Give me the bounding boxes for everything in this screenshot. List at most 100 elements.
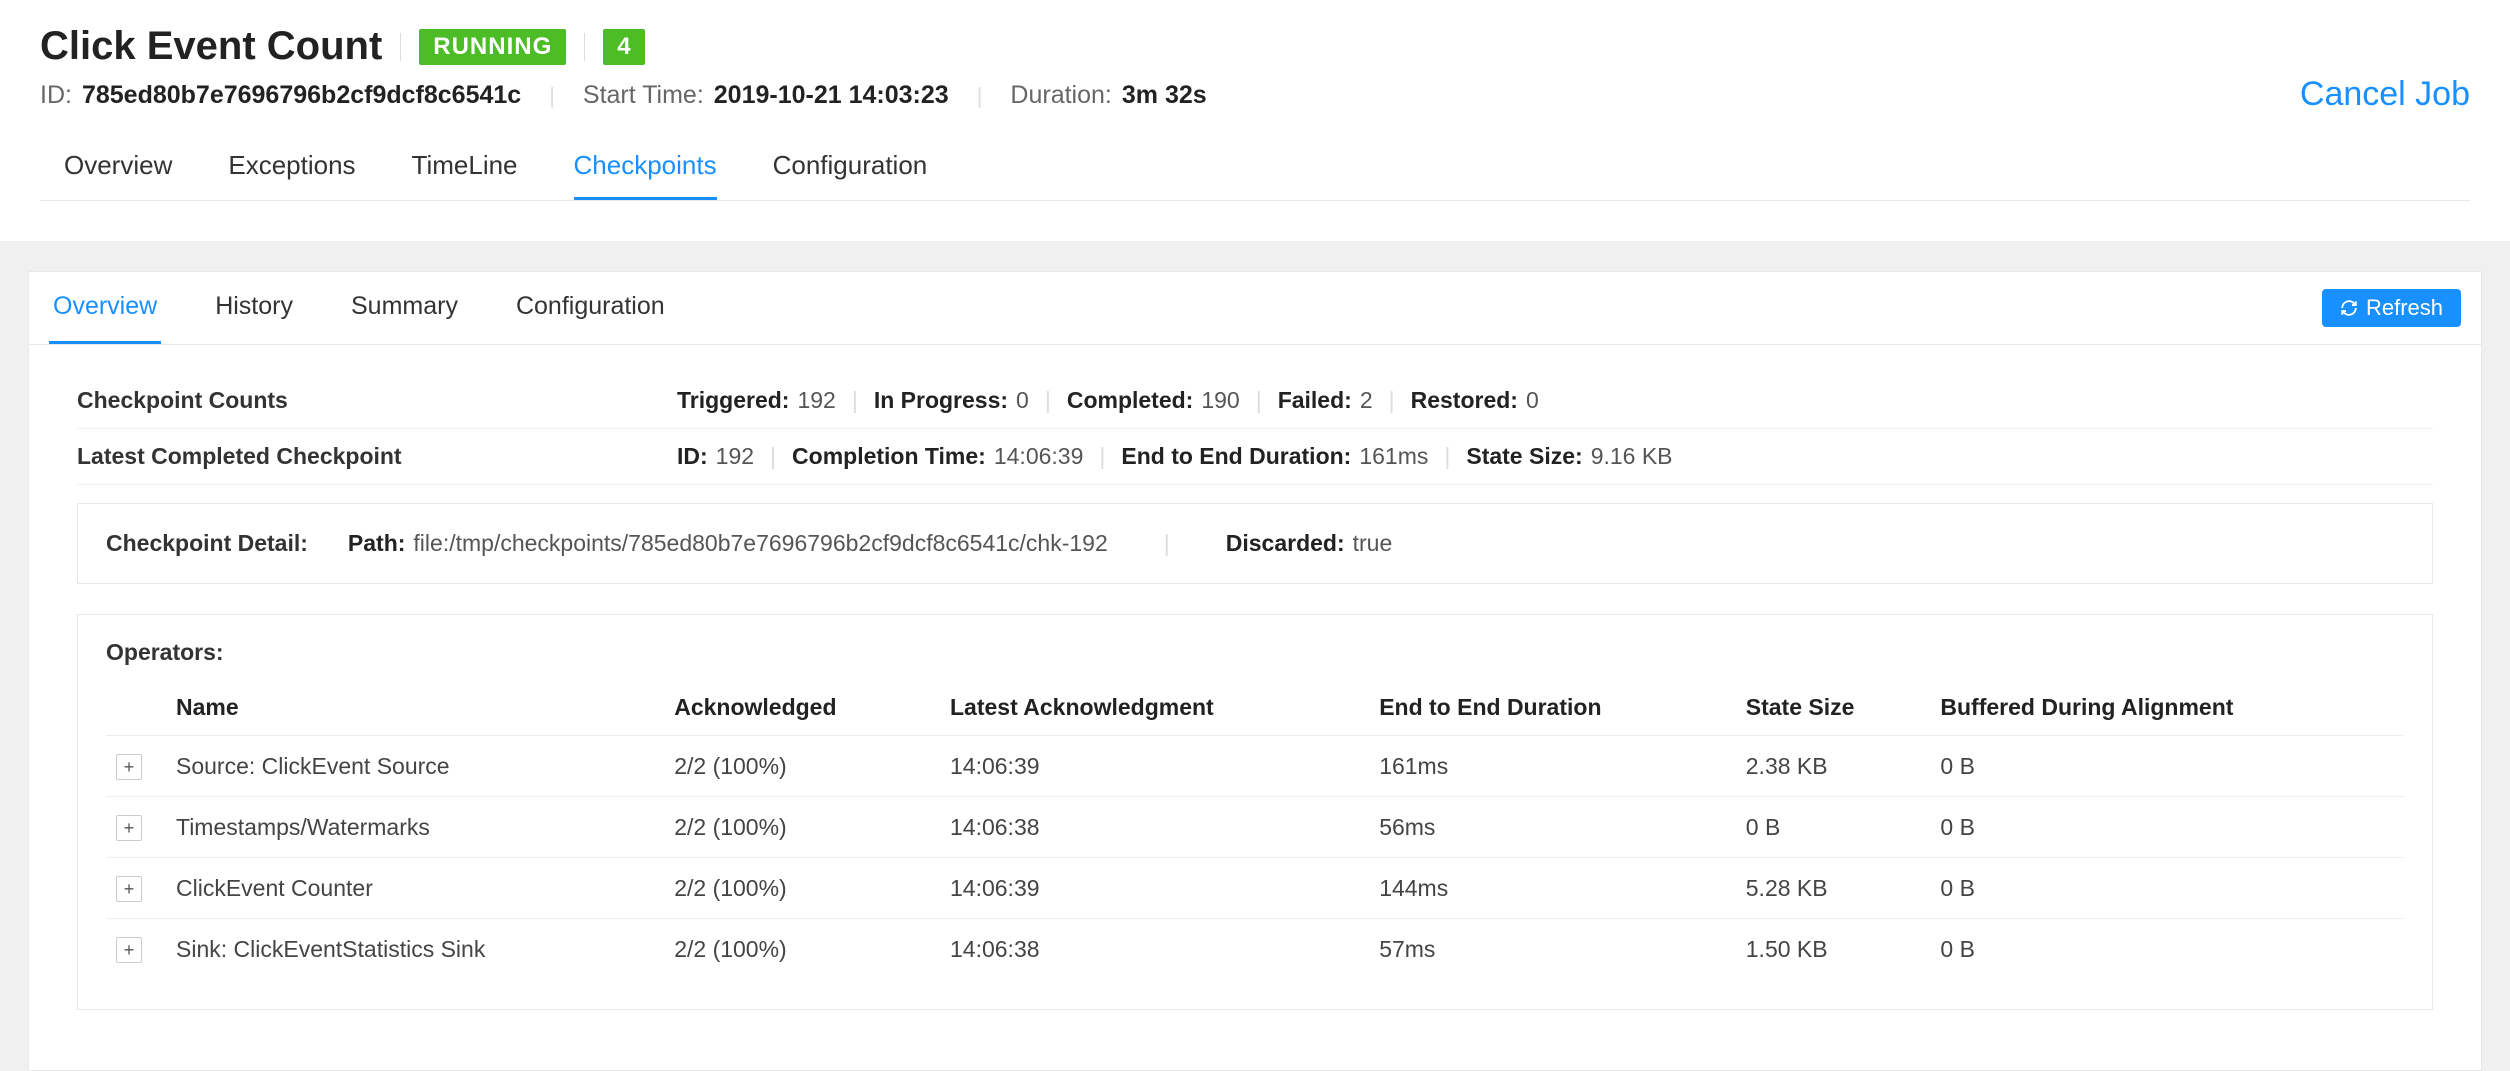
op-ack: 2/2 (100%): [664, 736, 940, 797]
col-name: Name: [166, 680, 664, 736]
col-buffered: Buffered During Alignment: [1930, 680, 2404, 736]
path-label: Path:: [348, 530, 406, 557]
path-value: file:/tmp/checkpoints/785ed80b7e7696796b…: [413, 530, 1107, 557]
expand-row-button[interactable]: +: [116, 937, 142, 963]
triggered-label: Triggered:: [677, 387, 789, 414]
divider: |: [1389, 387, 1395, 414]
col-acknowledged: Acknowledged: [664, 680, 940, 736]
completion-time-value: 14:06:39: [994, 443, 1084, 470]
refresh-icon: [2340, 299, 2358, 317]
triggered-value: 192: [797, 387, 835, 414]
op-e2e: 56ms: [1369, 797, 1736, 858]
col-e2e-duration: End to End Duration: [1369, 680, 1736, 736]
cancel-job-link[interactable]: Cancel Job: [2300, 75, 2470, 114]
subtab-overview[interactable]: Overview: [49, 272, 161, 344]
divider: |: [852, 387, 858, 414]
op-latest: 14:06:38: [940, 919, 1369, 980]
discarded-label: Discarded:: [1226, 530, 1345, 557]
expand-row-button[interactable]: +: [116, 815, 142, 841]
job-id-label: ID:: [40, 81, 72, 110]
failed-value: 2: [1360, 387, 1373, 414]
subtab-configuration[interactable]: Configuration: [512, 272, 669, 344]
latest-checkpoint-row: Latest Completed Checkpoint ID: 192 | Com…: [77, 429, 2433, 485]
operators-table: Name Acknowledged Latest Acknowledgment …: [106, 680, 2404, 979]
op-buf: 0 B: [1930, 797, 2404, 858]
divider: |: [1164, 530, 1170, 557]
restored-label: Restored:: [1411, 387, 1518, 414]
job-id-value: 785ed80b7e7696796b2cf9dcf8c6541c: [82, 81, 521, 110]
col-state-size: State Size: [1736, 680, 1931, 736]
divider: |: [1256, 387, 1262, 414]
state-size-label: State Size:: [1466, 443, 1582, 470]
divider: [400, 33, 401, 61]
op-size: 2.38 KB: [1736, 736, 1931, 797]
latest-checkpoint-label: Latest Completed Checkpoint: [77, 443, 677, 470]
main-tabs: Overview Exceptions TimeLine Checkpoints…: [40, 150, 2470, 201]
expand-row-button[interactable]: +: [116, 754, 142, 780]
op-name: Timestamps/Watermarks: [166, 797, 664, 858]
divider: |: [1099, 443, 1105, 470]
completed-label: Completed:: [1067, 387, 1194, 414]
operators-title: Operators:: [106, 639, 2404, 666]
tab-overview[interactable]: Overview: [64, 150, 172, 200]
table-row: + Timestamps/Watermarks 2/2 (100%) 14:06…: [106, 797, 2404, 858]
status-badge: RUNNING: [419, 29, 566, 65]
job-title: Click Event Count: [40, 24, 382, 69]
e2e-duration-label: End to End Duration:: [1121, 443, 1351, 470]
col-latest-ack: Latest Acknowledgment: [940, 680, 1369, 736]
op-e2e: 144ms: [1369, 858, 1736, 919]
checkpoint-detail-label: Checkpoint Detail:: [106, 530, 308, 557]
tab-exceptions[interactable]: Exceptions: [228, 150, 355, 200]
op-size: 1.50 KB: [1736, 919, 1931, 980]
parallelism-badge: 4: [603, 29, 644, 65]
tab-configuration[interactable]: Configuration: [773, 150, 928, 200]
state-size-value: 9.16 KB: [1591, 443, 1673, 470]
op-ack: 2/2 (100%): [664, 919, 940, 980]
start-time-label: Start Time:: [583, 81, 704, 110]
subtab-history[interactable]: History: [211, 272, 297, 344]
op-e2e: 57ms: [1369, 919, 1736, 980]
failed-label: Failed:: [1278, 387, 1352, 414]
op-name: Source: ClickEvent Source: [166, 736, 664, 797]
op-latest: 14:06:39: [940, 858, 1369, 919]
duration-label: Duration:: [1010, 81, 1111, 110]
op-e2e: 161ms: [1369, 736, 1736, 797]
op-buf: 0 B: [1930, 919, 2404, 980]
divider: |: [770, 443, 776, 470]
divider: [584, 33, 585, 61]
op-name: Sink: ClickEventStatistics Sink: [166, 919, 664, 980]
completion-time-label: Completion Time:: [792, 443, 986, 470]
op-buf: 0 B: [1930, 858, 2404, 919]
refresh-label: Refresh: [2366, 295, 2443, 321]
latest-id-label: ID:: [677, 443, 708, 470]
checkpoint-counts-label: Checkpoint Counts: [77, 387, 677, 414]
subtab-summary[interactable]: Summary: [347, 272, 462, 344]
operators-box: Operators: Name Acknowledged Latest Ackn…: [77, 614, 2433, 1010]
op-ack: 2/2 (100%): [664, 797, 940, 858]
op-size: 5.28 KB: [1736, 858, 1931, 919]
tab-timeline[interactable]: TimeLine: [412, 150, 518, 200]
restored-value: 0: [1526, 387, 1539, 414]
start-time-value: 2019-10-21 14:03:23: [714, 81, 949, 110]
tab-checkpoints[interactable]: Checkpoints: [574, 150, 717, 200]
op-size: 0 B: [1736, 797, 1931, 858]
discarded-value: true: [1353, 530, 1393, 557]
duration-value: 3m 32s: [1122, 81, 1207, 110]
op-latest: 14:06:39: [940, 736, 1369, 797]
table-row: + Sink: ClickEventStatistics Sink 2/2 (1…: [106, 919, 2404, 980]
divider: |: [977, 83, 983, 109]
refresh-button[interactable]: Refresh: [2322, 289, 2461, 327]
checkpoint-detail-box: Checkpoint Detail: Path: file:/tmp/checkp…: [77, 503, 2433, 584]
latest-id-value: 192: [716, 443, 754, 470]
divider: |: [1045, 387, 1051, 414]
divider: |: [549, 83, 555, 109]
inprogress-value: 0: [1016, 387, 1029, 414]
checkpoint-counts-row: Checkpoint Counts Triggered:192 | In Pro…: [77, 373, 2433, 429]
op-ack: 2/2 (100%): [664, 858, 940, 919]
sub-tabs: Overview History Summary Configuration: [49, 272, 2322, 344]
e2e-duration-value: 161ms: [1359, 443, 1428, 470]
expand-row-button[interactable]: +: [116, 876, 142, 902]
op-name: ClickEvent Counter: [166, 858, 664, 919]
completed-value: 190: [1201, 387, 1239, 414]
op-latest: 14:06:38: [940, 797, 1369, 858]
